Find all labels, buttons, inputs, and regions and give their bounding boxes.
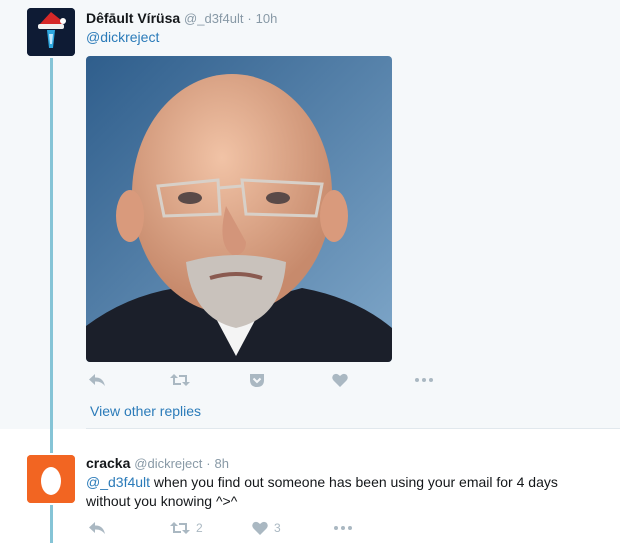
pocket-icon: [250, 374, 264, 387]
tweet-photo[interactable]: [86, 56, 392, 362]
divider: [86, 428, 620, 429]
reply-button[interactable]: [88, 373, 106, 387]
avatar[interactable]: [27, 455, 75, 503]
tweet-header: cracka @dickreject · 8h: [86, 455, 229, 471]
tweet-text: @_d3f4ult when you find out someone has …: [86, 473, 586, 511]
reply-icon: [89, 522, 105, 534]
thread-line: [50, 58, 53, 403]
more-icon: [334, 526, 352, 530]
portrait-image: [86, 56, 392, 362]
retweet-count: 2: [196, 521, 203, 535]
retweet-button[interactable]: 2: [170, 521, 203, 535]
thread-line: [50, 403, 53, 453]
mention-link[interactable]: @_d3f4ult: [86, 474, 150, 490]
retweet-icon: [170, 522, 190, 534]
reply-button[interactable]: [88, 521, 106, 535]
display-name[interactable]: Dêfāult Vírüsa: [86, 10, 180, 26]
heart-icon: [252, 521, 268, 535]
separator: ·: [206, 456, 211, 471]
tweet-header: Dêfāult Vírüsa @_d3f4ult · 10h: [86, 10, 277, 26]
egg-avatar-icon: [27, 455, 75, 503]
thread-line: [50, 505, 53, 543]
timestamp[interactable]: 10h: [256, 11, 278, 26]
pocket-button[interactable]: [249, 373, 265, 388]
separator: ·: [247, 11, 252, 26]
avatar[interactable]: [27, 8, 75, 56]
reply-mention-link[interactable]: @dickreject: [86, 29, 159, 45]
like-button[interactable]: 3: [252, 521, 281, 535]
more-button[interactable]: [414, 373, 434, 387]
santa-hat-avatar-icon: [27, 8, 75, 56]
retweet-icon: [170, 374, 190, 386]
more-button[interactable]: [333, 521, 353, 535]
timestamp[interactable]: 8h: [215, 456, 229, 471]
user-handle[interactable]: @_d3f4ult: [184, 11, 243, 26]
reply-icon: [89, 374, 105, 386]
like-count: 3: [274, 521, 281, 535]
display-name[interactable]: cracka: [86, 455, 130, 471]
view-other-replies-link[interactable]: View other replies: [90, 403, 201, 419]
heart-icon: [332, 373, 348, 387]
tweet-body: when you find out someone has been using…: [86, 474, 558, 509]
more-icon: [415, 378, 433, 382]
user-handle[interactable]: @dickreject: [134, 456, 202, 471]
retweet-button[interactable]: [170, 373, 190, 387]
like-button[interactable]: [332, 373, 348, 387]
